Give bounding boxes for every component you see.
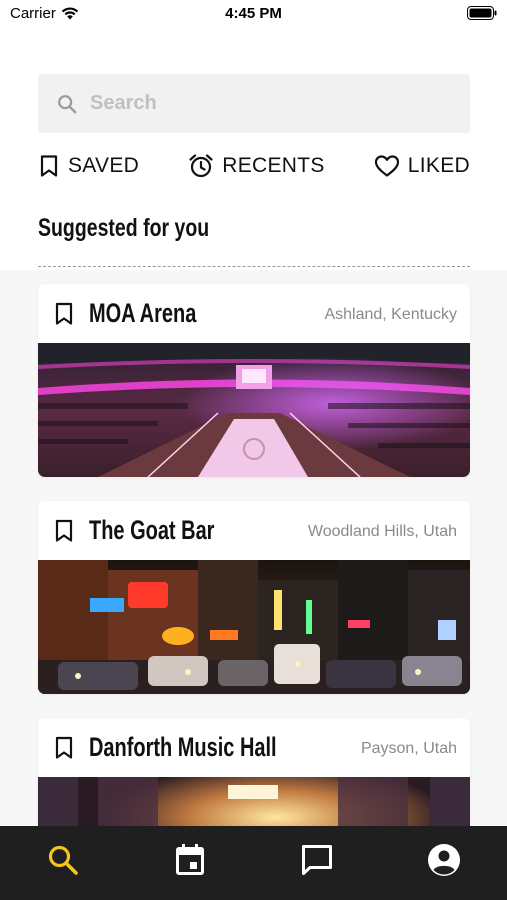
venue-name: Danforth Music Hall — [89, 732, 277, 762]
search-icon — [49, 845, 79, 875]
quick-filter-tabs: SAVED RECENTS LIKED — [38, 148, 470, 184]
venue-card[interactable]: The Goat Bar Woodland Hills, Utah — [38, 501, 470, 694]
status-bar: Carrier 4:45 PM — [0, 0, 507, 28]
nav-calendar[interactable] — [160, 832, 220, 888]
account-circle-icon — [427, 844, 460, 876]
venue-location: Woodland Hills, Utah — [307, 523, 457, 540]
tab-liked[interactable]: LIKED — [374, 154, 470, 178]
bookmark-icon[interactable] — [54, 736, 74, 760]
section-divider — [38, 266, 470, 267]
search-bar[interactable] — [38, 74, 470, 133]
venue-name: MOA Arena — [89, 298, 197, 328]
bottom-navigation — [0, 826, 507, 900]
tab-liked-label: LIKED — [407, 154, 470, 177]
bookmark-icon — [40, 155, 58, 177]
venue-card-header: MOA Arena Ashland, Kentucky — [38, 284, 470, 343]
venue-card-header: The Goat Bar Woodland Hills, Utah — [38, 501, 470, 560]
neon-street-photo — [38, 560, 470, 694]
alarm-clock-icon — [189, 154, 213, 178]
arena-photo — [38, 343, 470, 477]
bookmark-icon[interactable] — [54, 302, 74, 326]
venue-name: The Goat Bar — [89, 515, 215, 545]
tab-recents[interactable]: RECENTS — [188, 153, 324, 179]
nav-profile[interactable] — [414, 832, 474, 888]
heart-icon — [374, 155, 399, 177]
bookmark-icon[interactable] — [54, 519, 74, 543]
section-title: Suggested for you — [38, 214, 210, 242]
tab-saved[interactable]: SAVED — [38, 154, 139, 178]
venue-location: Payson, Utah — [360, 740, 457, 757]
nav-messages[interactable] — [287, 832, 347, 888]
nav-search[interactable] — [33, 832, 93, 888]
venue-location: Ashland, Kentucky — [324, 306, 457, 323]
tab-recents-label: RECENTS — [222, 154, 325, 177]
venue-card[interactable]: MOA Arena Ashland, Kentucky — [38, 284, 470, 477]
search-icon — [58, 94, 77, 113]
venue-card-header: Danforth Music Hall Payson, Utah — [38, 718, 470, 777]
search-input[interactable] — [90, 92, 450, 115]
calendar-icon — [176, 844, 205, 875]
battery-icon — [467, 6, 497, 20]
chat-bubble-icon — [301, 845, 332, 875]
tab-saved-label: SAVED — [68, 154, 140, 177]
status-time: 4:45 PM — [225, 5, 282, 22]
